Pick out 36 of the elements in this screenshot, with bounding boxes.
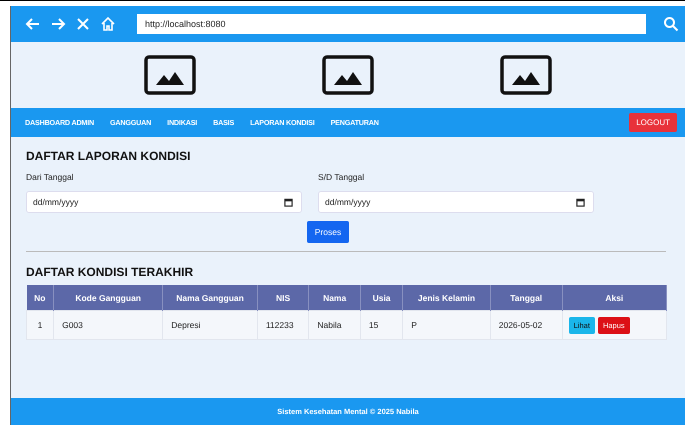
- search-icon[interactable]: [663, 16, 679, 32]
- url-field[interactable]: http://localhost:8080: [137, 14, 646, 34]
- process-button[interactable]: Proses: [306, 221, 350, 243]
- date-field[interactable]: dd/mm/yyyy: [318, 191, 594, 213]
- home-icon[interactable]: [100, 16, 116, 32]
- column-header: Jenis Kelamin: [402, 285, 490, 310]
- field-label: Dari Tanggal: [26, 172, 75, 182]
- calendar-icon[interactable]: [576, 198, 585, 206]
- section-title: DAFTAR KONDISI TERAKHIR: [26, 265, 194, 279]
- table-cell: G003: [54, 310, 163, 340]
- column-header: Usia: [360, 285, 403, 310]
- image-placeholder-icon: [322, 55, 374, 95]
- table-cell: 1: [26, 310, 54, 340]
- close-icon[interactable]: [75, 16, 91, 32]
- image-placeholder-icon: [144, 55, 196, 95]
- column-header: Nama: [308, 285, 360, 310]
- column-header: NIS: [257, 285, 309, 310]
- calendar-icon[interactable]: [284, 198, 293, 206]
- column-header: Kode Gangguan: [54, 285, 163, 310]
- table-cell: Depresi: [162, 310, 258, 340]
- table-cell: P: [402, 310, 490, 340]
- column-header: Nama Gangguan: [162, 285, 258, 310]
- forward-icon[interactable]: [50, 16, 66, 32]
- image-placeholder-icon: [500, 55, 552, 95]
- field-label: S/D Tanggal: [318, 172, 366, 182]
- logout-button[interactable]: LOGOUT: [629, 113, 677, 132]
- column-header: Tanggal: [490, 285, 562, 310]
- date-field[interactable]: dd/mm/yyyy: [26, 191, 302, 213]
- section-title: DAFTAR LAPORAN KONDISI: [26, 149, 192, 163]
- table-cell: 112233: [257, 310, 309, 340]
- column-header: Aksi: [562, 285, 666, 310]
- column-header: No: [26, 285, 54, 310]
- table-cell: 15: [360, 310, 403, 340]
- back-icon[interactable]: [25, 16, 41, 32]
- table-cell: Nabila: [308, 310, 360, 340]
- table-cell: 2026-05-02: [490, 310, 562, 340]
